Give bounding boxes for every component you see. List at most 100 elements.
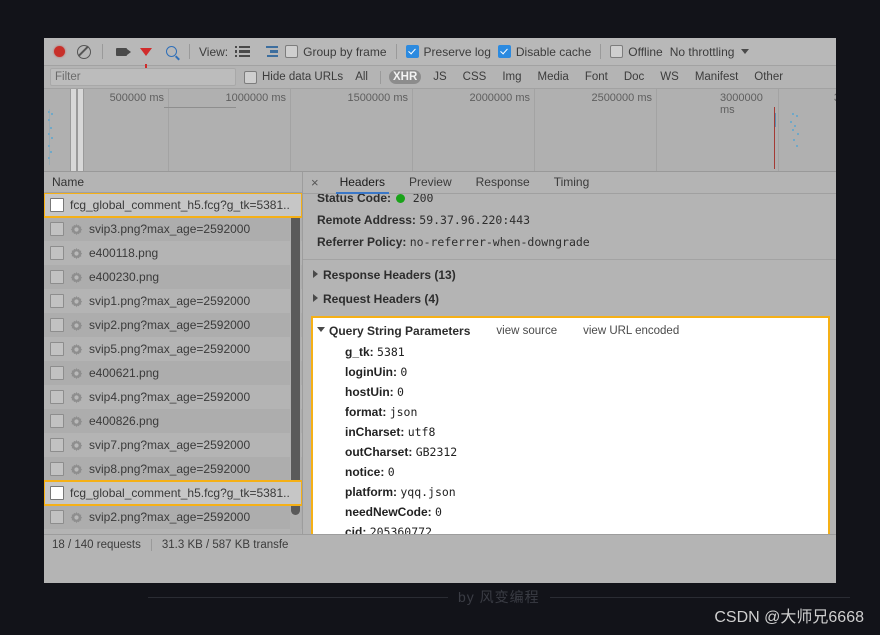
request-name: e400118.png [89,246,159,260]
query-string-parameters-section[interactable]: Query String Parameters view source view… [311,316,830,534]
transferred-size: 31.3 KB / 587 KB transfe [161,538,289,551]
hide-data-urls-checkbox[interactable]: Hide data URLs [244,70,343,84]
request-count: 18 / 140 requests [52,538,141,551]
preserve-log-checkbox[interactable]: Preserve log [405,44,491,59]
param-key: needNewCode: [345,505,432,519]
search-magnifier-icon[interactable] [162,43,180,61]
request-row-3[interactable]: e400230.png [44,265,302,289]
chevron-right-icon [313,294,318,302]
view-url-encoded-link[interactable]: view URL encoded [583,325,679,337]
toolbar-divider-4 [600,44,602,59]
request-name: svip1.png?max_age=2592000 [89,294,251,308]
request-row-6[interactable]: svip5.png?max_age=2592000 [44,337,302,361]
close-icon[interactable]: × [311,175,328,190]
request-list[interactable]: fcg_global_comment_h5.fcg?g_tk=5381.. sv… [44,193,302,534]
request-row-7[interactable]: e400621.png [44,361,302,385]
param-value: 0 [387,465,395,479]
param-key: format: [345,405,387,419]
param-value: json [389,405,418,419]
overview-selection-handle-right[interactable] [77,89,84,171]
request-row-12[interactable]: fcg_global_comment_h5.fcg?g_tk=5381.. [44,480,302,506]
chevron-down-icon[interactable] [741,49,750,54]
filter-type-manifest[interactable]: Manifest [691,70,742,84]
filter-type-font[interactable]: Font [581,70,612,84]
filter-type-media[interactable]: Media [534,70,573,84]
chevron-down-icon[interactable] [317,326,325,336]
param-row-3: format: json [313,402,828,422]
response-headers-section[interactable]: Response Headers (13) [303,260,836,290]
filter-type-all[interactable]: All [351,70,372,84]
toolbar-divider-3 [395,44,397,59]
scrollbar-thumb[interactable] [291,205,300,515]
network-overview-timeline[interactable]: 500000 ms 1000000 ms 1500000 ms 2000000 … [44,89,836,172]
param-value: 0 [435,505,442,519]
filter-type-css[interactable]: CSS [459,70,491,84]
request-row-1[interactable]: svip3.png?max_age=2592000 [44,217,302,241]
offline-box [610,45,624,58]
request-row-14[interactable]: svip1.png?max_age=2592000 [44,529,302,534]
overview-tick-5: 3000000 ms [720,92,763,116]
network-split-view: Name fcg_global_comment_h5.fcg?g_tk=5381… [44,172,836,534]
filter-funnel-icon[interactable] [137,43,155,68]
param-key: hostUin: [345,385,394,399]
param-key: notice: [345,465,385,479]
param-value: 205360772 [369,525,432,534]
overview-tick-1: 1000000 ms [225,92,286,104]
screenshot-camera-icon[interactable] [112,43,131,61]
headers-detail-content[interactable]: Status Code: 200 Remote Address: 59.37.9… [303,194,836,534]
general-status-code-row: Status Code: 200 [303,194,836,209]
toolbar-divider-2 [189,44,190,59]
request-row-13[interactable]: svip2.png?max_age=2592000 [44,505,302,529]
overview-tick-4: 2500000 ms [591,92,652,104]
request-row-5[interactable]: svip2.png?max_age=2592000 [44,313,302,337]
request-row-11[interactable]: svip8.png?max_age=2592000 [44,457,302,481]
tab-headers[interactable]: Headers [328,172,397,194]
remote-address-key: Remote Address: [317,213,416,227]
filter-type-doc[interactable]: Doc [620,70,648,84]
document-icon [50,198,64,212]
filter-type-other[interactable]: Other [750,70,787,84]
overview-tick-6: 3 [834,92,836,104]
tab-response[interactable]: Response [464,172,542,193]
offline-checkbox[interactable]: Offline [610,45,663,59]
overview-selection-handle-left[interactable] [70,89,77,171]
remote-address-value: 59.37.96.220:443 [419,213,531,227]
filter-type-xhr[interactable]: XHR [388,70,422,84]
tab-timing[interactable]: Timing [542,172,602,193]
request-row-0[interactable]: fcg_global_comment_h5.fcg?g_tk=5381.. [44,193,302,218]
image-gear-icon [70,415,83,428]
throttling-select-value[interactable]: No throttling [670,45,735,59]
view-source-link[interactable]: view source [496,325,557,337]
request-row-8[interactable]: svip4.png?max_age=2592000 [44,385,302,409]
row-checkbox [50,318,64,332]
param-key: inCharset: [345,425,405,439]
request-row-9[interactable]: e400826.png [44,409,302,433]
clear-ban-icon[interactable] [75,43,93,61]
param-key: outCharset: [345,445,413,459]
request-row-4[interactable]: svip1.png?max_age=2592000 [44,289,302,313]
screenshot-root: View: Group by frame Preserve log Disabl… [0,0,880,635]
waterfall-view-icon[interactable] [260,43,279,61]
tab-preview[interactable]: Preview [397,172,464,193]
row-checkbox [50,222,64,236]
filter-type-js[interactable]: JS [429,70,450,84]
filter-input[interactable]: Filter [50,68,236,86]
filter-type-ws[interactable]: WS [656,70,683,84]
row-checkbox [50,342,64,356]
param-row-4: inCharset: utf8 [313,422,828,442]
request-row-10[interactable]: svip7.png?max_age=2592000 [44,433,302,457]
disable-cache-box [497,45,511,58]
record-dot-icon[interactable] [50,43,68,61]
group-by-frame-checkbox[interactable]: Group by frame [285,45,387,59]
request-name: svip7.png?max_age=2592000 [89,438,251,452]
list-view-icon[interactable] [234,43,253,61]
response-headers-label: Response Headers (13) [323,268,456,282]
filter-type-img[interactable]: Img [498,70,525,84]
disable-cache-checkbox[interactable]: Disable cache [497,45,591,59]
request-row-2[interactable]: e400118.png [44,241,302,265]
request-headers-section[interactable]: Request Headers (4) [303,290,836,314]
preserve-log-label: Preserve log [423,44,491,59]
status-divider [150,538,152,551]
param-key: loginUin: [345,365,397,379]
request-list-column-header[interactable]: Name [44,172,302,193]
